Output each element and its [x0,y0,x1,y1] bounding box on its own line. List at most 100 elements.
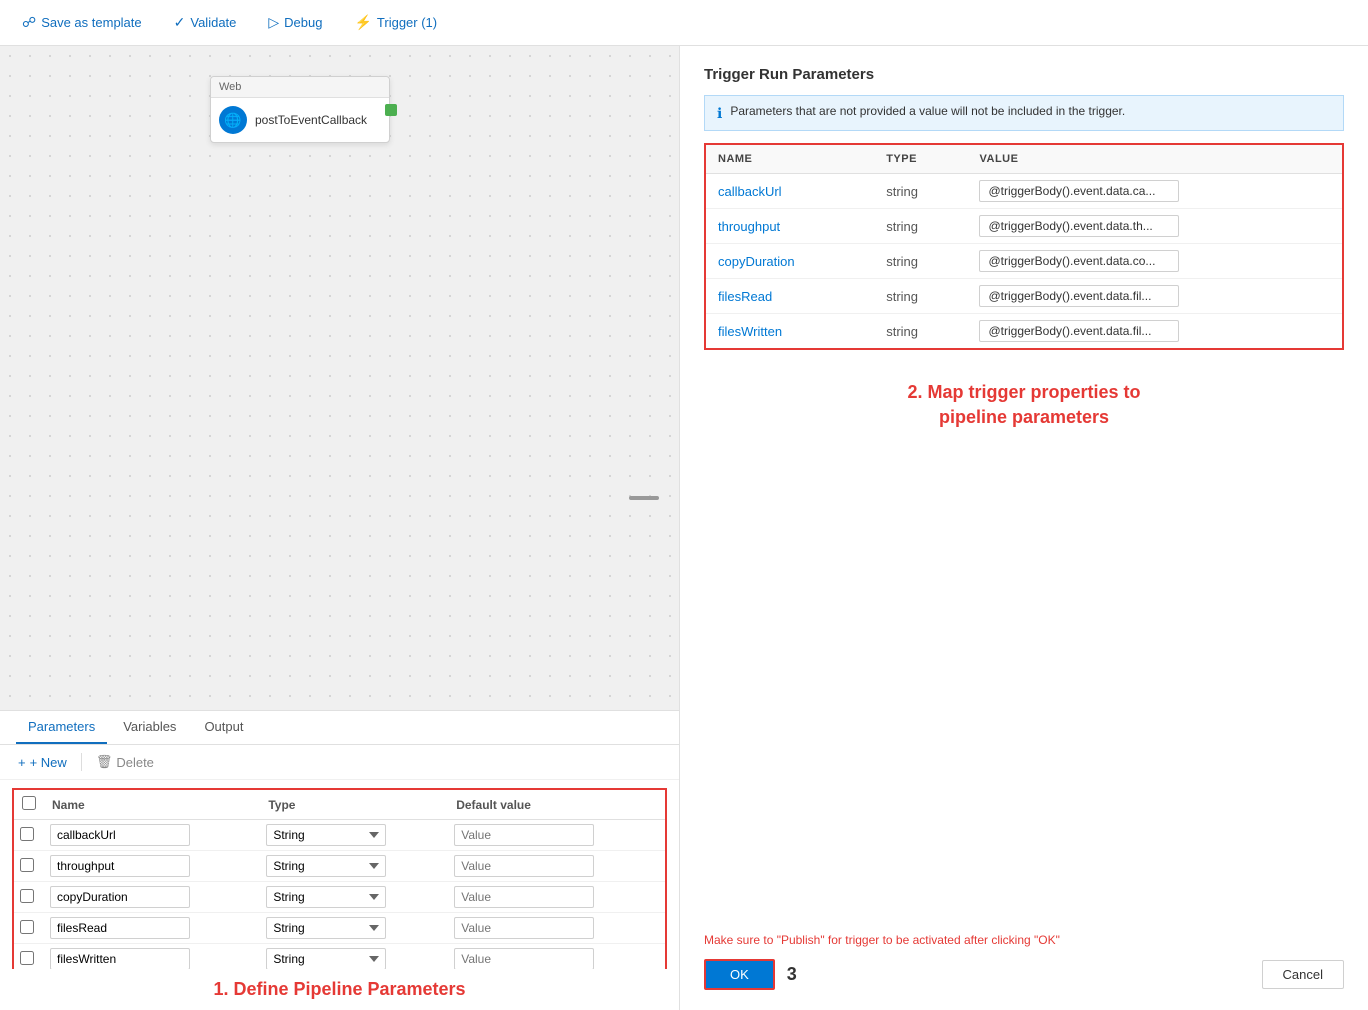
param-type-select[interactable]: String Int Float Bool Array Object [266,948,386,969]
select-all-checkbox[interactable] [22,796,36,810]
row-name-cell [44,944,260,970]
bottom-tabs: Parameters Variables Output [0,711,679,745]
left-panel: Web 🌐 postToEventCallback Parameters Var… [0,46,680,1010]
plus-icon: + [18,755,26,770]
row-name-cell [44,882,260,913]
trigger-row-name: callbackUrl [706,174,874,209]
trigger-header-type: TYPE [874,145,967,174]
activity-node[interactable]: Web 🌐 postToEventCallback [210,76,390,143]
debug-button[interactable]: ▷ Debug [262,10,328,35]
trigger-icon: ⚡ [354,14,371,31]
trigger-table-row: throughput string [706,209,1342,244]
footer-buttons: OK 3 Cancel [704,959,1344,990]
new-param-button[interactable]: + + New [12,752,73,773]
row-checkbox-cell [13,913,44,944]
row-type-cell: String Int Float Bool Array Object [260,882,448,913]
toolbar-divider [81,753,82,771]
trigger-row-value [967,209,1342,244]
step1-label: 1. Define Pipeline Parameters [0,969,679,1010]
trigger-row-value [967,279,1342,314]
trigger-row-name: copyDuration [706,244,874,279]
activity-node-body: 🌐 postToEventCallback [211,98,389,142]
publish-warning: Make sure to "Publish" for trigger to be… [704,933,1344,947]
param-type-select[interactable]: String Int Float Bool Array Object [266,824,386,846]
cancel-button[interactable]: Cancel [1262,960,1344,989]
trigger-value-input[interactable] [979,180,1179,202]
trigger-table: NAME TYPE VALUE callbackUrl string throu… [706,145,1342,348]
row-type-cell: String Int Float Bool Array Object [260,851,448,882]
header-name: Name [44,789,260,820]
table-row: String Int Float Bool Array Object [13,944,666,970]
trigger-value-input[interactable] [979,320,1179,342]
toolbar: ☍ Save as template ✓ Validate ▷ Debug ⚡ … [0,0,1368,46]
param-value-input[interactable] [454,917,594,939]
row-checkbox[interactable] [20,889,34,903]
row-value-cell [448,913,666,944]
param-type-select[interactable]: String Int Float Bool Array Object [266,917,386,939]
param-value-input[interactable] [454,886,594,908]
trigger-row-type: string [874,174,967,209]
web-icon: 🌐 [219,106,247,134]
trigger-row-type: string [874,244,967,279]
tab-output[interactable]: Output [192,711,255,744]
right-footer: Make sure to "Publish" for trigger to be… [704,913,1344,990]
table-row: String Int Float Bool Array Object [13,820,666,851]
param-name-input[interactable] [50,886,190,908]
trigger-button[interactable]: ⚡ Trigger (1) [348,10,443,35]
param-name-input[interactable] [50,948,190,969]
ok-button[interactable]: OK [704,959,775,990]
table-row: String Int Float Bool Array Object [13,882,666,913]
trigger-table-row: filesRead string [706,279,1342,314]
save-template-button[interactable]: ☍ Save as template [16,10,148,35]
activity-node-header: Web [211,77,389,98]
validate-button[interactable]: ✓ Validate [168,10,243,35]
trigger-value-input[interactable] [979,250,1179,272]
trigger-value-input[interactable] [979,285,1179,307]
trigger-value-input[interactable] [979,215,1179,237]
trigger-panel-title: Trigger Run Parameters [704,66,1344,83]
params-table: Name Type Default value String Int Float… [12,788,667,969]
param-name-input[interactable] [50,917,190,939]
step3-label: 3 [787,964,797,985]
row-checkbox[interactable] [20,920,34,934]
tab-parameters[interactable]: Parameters [16,711,107,744]
trigger-row-type: string [874,279,967,314]
row-name-cell [44,820,260,851]
trigger-row-value [967,314,1342,349]
trigger-table-row: filesWritten string [706,314,1342,349]
minimize-handle[interactable] [629,496,659,500]
param-name-input[interactable] [50,824,190,846]
param-value-input[interactable] [454,824,594,846]
trigger-row-value [967,174,1342,209]
row-value-cell [448,851,666,882]
row-value-cell [448,882,666,913]
row-checkbox[interactable] [20,827,34,841]
row-checkbox[interactable] [20,951,34,965]
header-checkbox-col [13,789,44,820]
row-type-cell: String Int Float Bool Array Object [260,913,448,944]
main-container: Web 🌐 postToEventCallback Parameters Var… [0,46,1368,1010]
row-checkbox-cell [13,882,44,913]
delete-param-button[interactable]: 🗑 Delete [90,751,160,773]
delete-icon: 🗑 [96,754,113,770]
row-name-cell [44,851,260,882]
trigger-table-wrapper: NAME TYPE VALUE callbackUrl string throu… [704,143,1344,350]
row-name-cell [44,913,260,944]
param-type-select[interactable]: String Int Float Bool Array Object [266,886,386,908]
row-value-cell [448,820,666,851]
trigger-header-value: VALUE [967,145,1342,174]
row-type-cell: String Int Float Bool Array Object [260,820,448,851]
row-checkbox-cell [13,851,44,882]
row-checkbox[interactable] [20,858,34,872]
tab-variables[interactable]: Variables [111,711,188,744]
params-table-container: Name Type Default value String Int Float… [0,780,679,969]
trigger-header-name: NAME [706,145,874,174]
param-name-input[interactable] [50,855,190,877]
row-type-cell: String Int Float Bool Array Object [260,944,448,970]
param-value-input[interactable] [454,948,594,969]
trigger-table-row: copyDuration string [706,244,1342,279]
param-value-input[interactable] [454,855,594,877]
table-row: String Int Float Bool Array Object [13,851,666,882]
param-type-select[interactable]: String Int Float Bool Array Object [266,855,386,877]
row-value-cell [448,944,666,970]
